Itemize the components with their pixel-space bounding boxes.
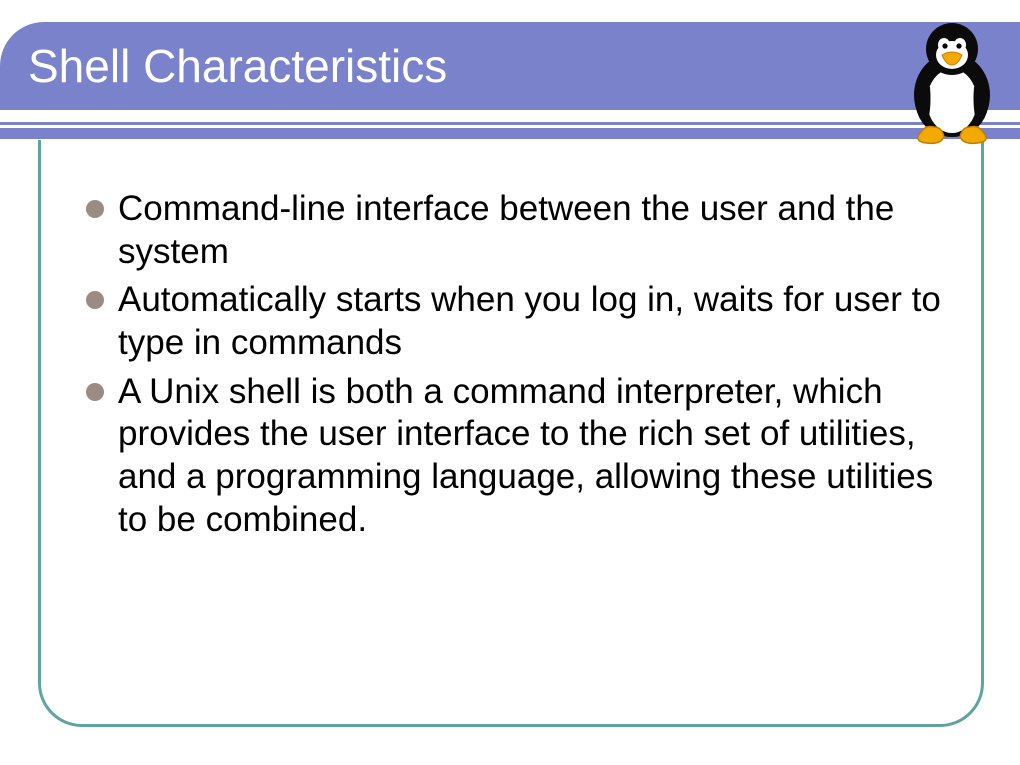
slide-title: Shell Characteristics <box>28 39 447 93</box>
bullet-icon <box>86 383 104 401</box>
bullet-icon <box>86 200 104 218</box>
list-item: Command-line interface between the user … <box>86 188 946 273</box>
title-underline <box>0 113 1020 139</box>
tux-penguin-icon <box>892 15 1012 145</box>
title-band: Shell Characteristics <box>0 22 1020 110</box>
bullet-text: Automatically starts when you log in, wa… <box>118 279 946 364</box>
list-item: A Unix shell is both a command interpret… <box>86 371 946 542</box>
bullet-text: Command-line interface between the user … <box>118 188 946 273</box>
content-area: Command-line interface between the user … <box>86 188 946 548</box>
bullet-icon <box>86 291 104 309</box>
list-item: Automatically starts when you log in, wa… <box>86 279 946 364</box>
bullet-text: A Unix shell is both a command interpret… <box>118 371 946 542</box>
